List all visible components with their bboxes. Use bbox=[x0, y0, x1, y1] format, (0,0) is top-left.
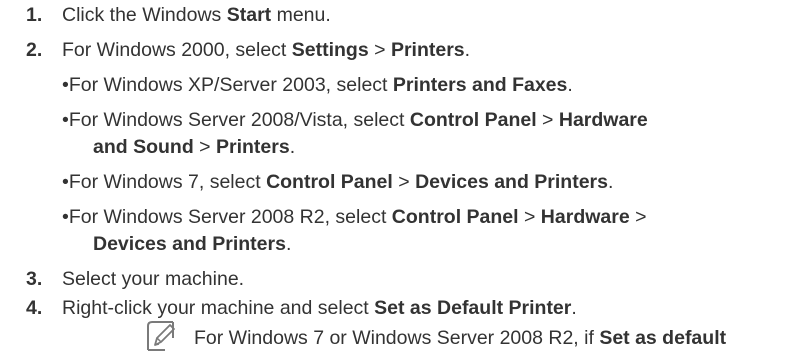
sub-emphasis: Control Panel bbox=[391, 206, 519, 228]
sub-text: . bbox=[608, 171, 614, 193]
sub-item-xp: •For Windows XP/Server 2003, select Prin… bbox=[62, 71, 573, 99]
sub-emphasis: Printers and Faxes bbox=[392, 74, 568, 96]
sub-emphasis: Control Panel bbox=[409, 109, 537, 131]
step-text: menu. bbox=[271, 4, 331, 26]
sub-item-vista: •For Windows Server 2008/Vista, select C… bbox=[62, 106, 648, 134]
step-text: Click the Windows bbox=[62, 4, 227, 26]
sub-text: For Windows Server 2008/Vista, select bbox=[68, 109, 410, 131]
step-number: 3. bbox=[26, 268, 43, 290]
step-emphasis: Set as Default Printer bbox=[374, 297, 572, 319]
step-text: Select your machine. bbox=[62, 268, 245, 290]
note-emphasis: Set as default bbox=[599, 327, 727, 349]
sub-item-vista-continued: and Sound > Printers. bbox=[93, 133, 295, 161]
sub-text: > bbox=[536, 109, 559, 131]
step-4: 4. Right-click your machine and select S… bbox=[26, 294, 577, 322]
sub-text: > bbox=[518, 206, 541, 228]
step-emphasis: Printers bbox=[390, 39, 465, 61]
sub-emphasis: Hardware bbox=[540, 206, 630, 228]
step-text: . bbox=[571, 297, 577, 319]
sub-emphasis: Hardware bbox=[558, 109, 648, 131]
sub-emphasis: Control Panel bbox=[266, 171, 393, 193]
step-number: 1. bbox=[26, 4, 43, 26]
note-pencil-icon bbox=[147, 321, 175, 351]
sub-item-2008r2-continued: Devices and Printers. bbox=[93, 230, 291, 258]
sub-text: > bbox=[629, 206, 647, 228]
sub-text: . bbox=[567, 74, 573, 96]
bullet: • bbox=[62, 206, 69, 228]
step-1: 1. Click the Windows Start menu. bbox=[26, 1, 331, 29]
sub-text: > bbox=[392, 171, 416, 193]
note-text: For Windows 7 or Windows Server 2008 R2,… bbox=[194, 324, 726, 352]
sub-emphasis: Devices and Printers bbox=[93, 233, 286, 255]
sub-emphasis: Printers bbox=[215, 136, 290, 158]
note-plain: For Windows 7 or Windows Server 2008 R2,… bbox=[194, 327, 600, 349]
step-emphasis: Settings bbox=[291, 39, 369, 61]
sub-item-2008r2: •For Windows Server 2008 R2, select Cont… bbox=[62, 203, 646, 231]
step-3: 3. Select your machine. bbox=[26, 265, 245, 293]
sub-emphasis: and Sound bbox=[93, 136, 194, 158]
sub-item-win7: •For Windows 7, select Control Panel > D… bbox=[62, 168, 613, 196]
sub-text: For Windows Server 2008 R2, select bbox=[68, 206, 392, 228]
sub-text: For Windows XP/Server 2003, select bbox=[68, 74, 393, 96]
sub-emphasis: Devices and Printers bbox=[415, 171, 608, 193]
step-2: 2. For Windows 2000, select Settings > P… bbox=[26, 36, 471, 64]
instructions-document: 1. Click the Windows Start menu. 2. For … bbox=[0, 0, 790, 355]
sub-text: > bbox=[193, 136, 216, 158]
step-text: For Windows 2000, select bbox=[62, 39, 292, 61]
step-number: 4. bbox=[26, 297, 43, 319]
step-text: . bbox=[464, 39, 471, 61]
sub-text: . bbox=[285, 233, 292, 255]
step-emphasis: Start bbox=[226, 4, 272, 26]
sub-text: . bbox=[289, 136, 296, 158]
step-text: > bbox=[368, 39, 391, 61]
step-text: Right-click your machine and select bbox=[62, 297, 375, 319]
bullet: • bbox=[62, 74, 69, 96]
step-number: 2. bbox=[26, 39, 43, 61]
bullet: • bbox=[62, 109, 69, 131]
bullet: • bbox=[62, 171, 69, 193]
sub-text: For Windows 7, select bbox=[68, 171, 267, 193]
